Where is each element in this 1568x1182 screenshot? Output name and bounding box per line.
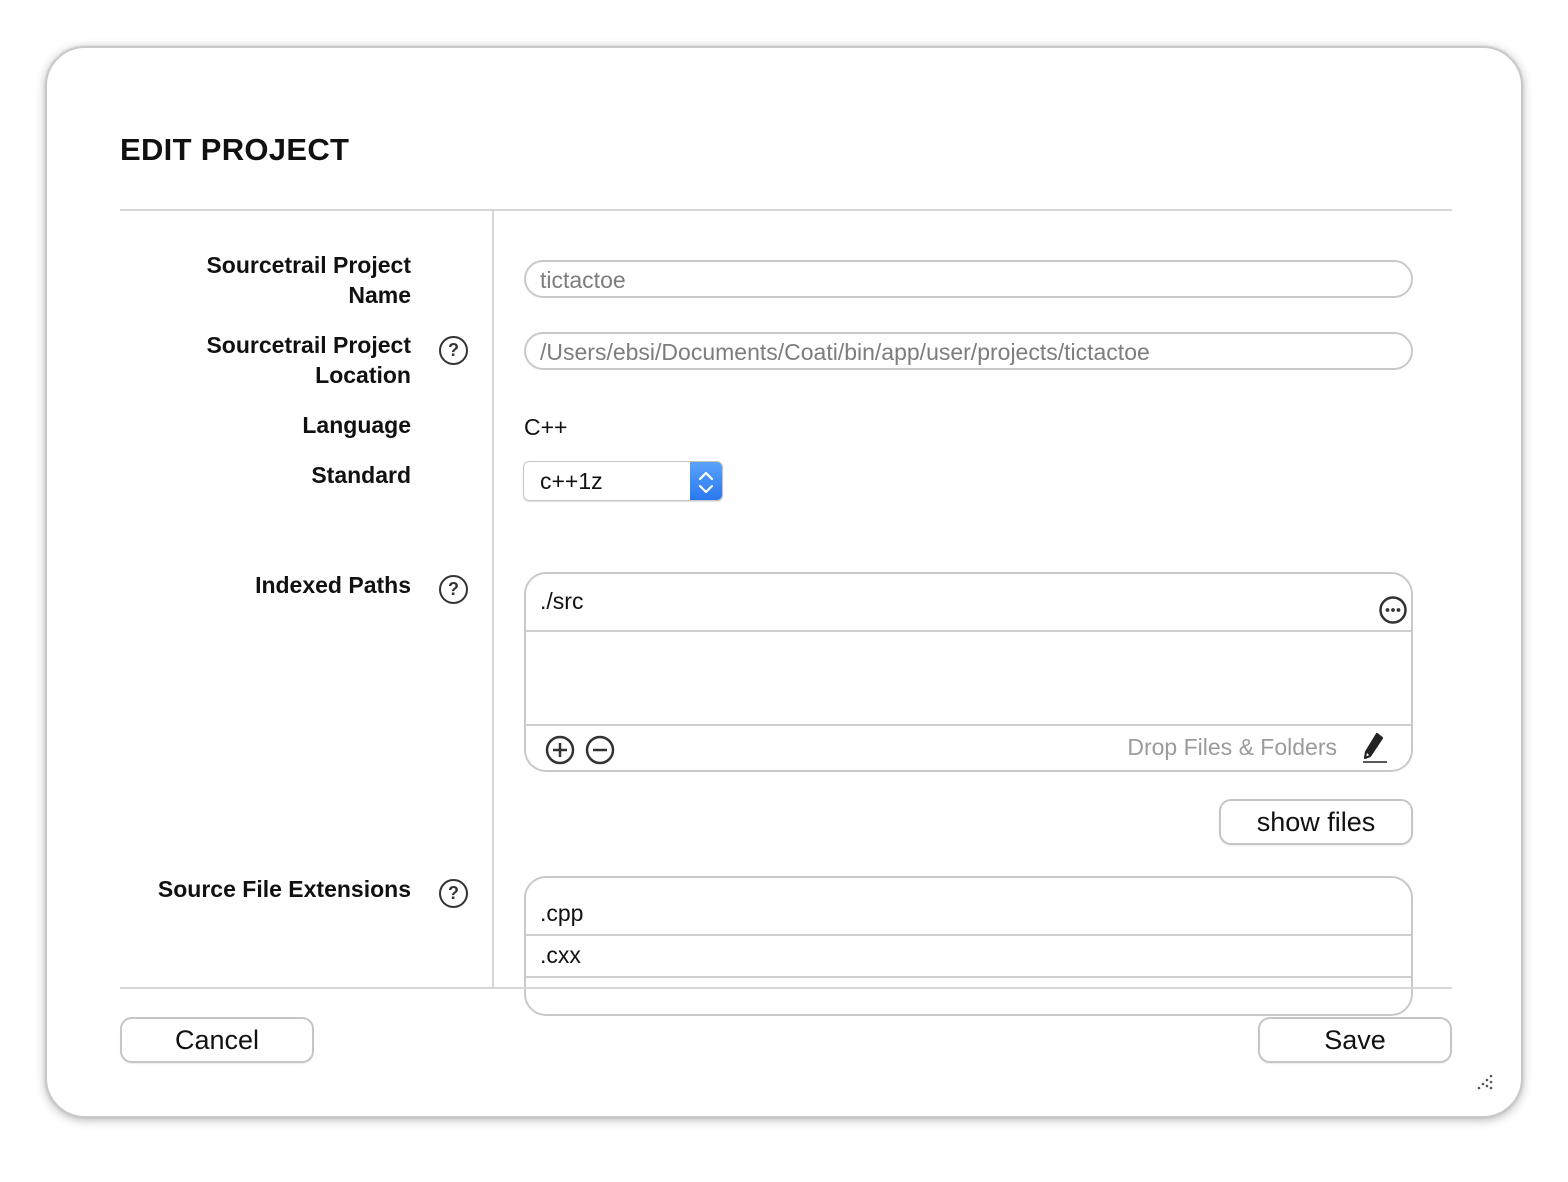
indexed-paths-list[interactable]: ./src Drop Files & Folders [524, 572, 1413, 772]
project-location-value: /Users/ebsi/Documents/Coati/bin/app/user… [540, 339, 1150, 365]
ellipsis-circle-icon[interactable] [1377, 594, 1409, 626]
row-divider [526, 934, 1411, 936]
plus-circle-icon[interactable] [544, 734, 576, 766]
toolbar-divider [526, 724, 1411, 726]
row-divider [526, 976, 1411, 978]
standard-value: c++1z [540, 468, 603, 494]
project-location-field[interactable]: /Users/ebsi/Documents/Coati/bin/app/user… [524, 332, 1413, 370]
project-name-label: Sourcetrail Project Name [206, 252, 411, 308]
standard-label: Standard [311, 462, 411, 488]
indexed-paths-label: Indexed Paths [255, 572, 411, 598]
header-divider [120, 209, 1452, 211]
standard-select[interactable]: c++1z [523, 461, 723, 501]
pencil-icon[interactable] [1359, 731, 1389, 765]
minus-circle-icon[interactable] [584, 734, 616, 766]
resize-grip-icon[interactable] [1475, 1072, 1495, 1092]
project-name-field[interactable]: tictactoe [524, 260, 1413, 298]
chevron-up-down-icon[interactable] [690, 462, 722, 500]
show-files-button[interactable]: show files [1219, 799, 1413, 845]
footer-divider [120, 987, 1452, 989]
indexed-path-item[interactable]: ./src [526, 588, 1411, 632]
project-location-label: Sourcetrail Project Location [206, 332, 411, 388]
column-divider [492, 210, 494, 987]
row-divider [526, 630, 1411, 632]
language-value: C++ [524, 414, 568, 440]
drop-files-hint: Drop Files & Folders [1127, 734, 1337, 760]
source-file-extensions-label: Source File Extensions [157, 876, 411, 902]
cancel-button[interactable]: Cancel [120, 1017, 314, 1063]
source-file-extensions-help-icon[interactable]: ? [439, 879, 468, 908]
dialog-title: EDIT PROJECT [120, 132, 350, 167]
project-name-value: tictactoe [540, 267, 626, 293]
edit-project-dialog: EDIT PROJECT Sourcetrail Project Name ti… [45, 46, 1523, 1118]
save-button[interactable]: Save [1258, 1017, 1452, 1063]
source-file-extensions-list[interactable]: .cpp .cxx [524, 876, 1413, 1016]
indexed-paths-help-icon[interactable]: ? [439, 575, 468, 604]
language-label: Language [302, 412, 411, 438]
project-location-help-icon[interactable]: ? [439, 336, 468, 365]
